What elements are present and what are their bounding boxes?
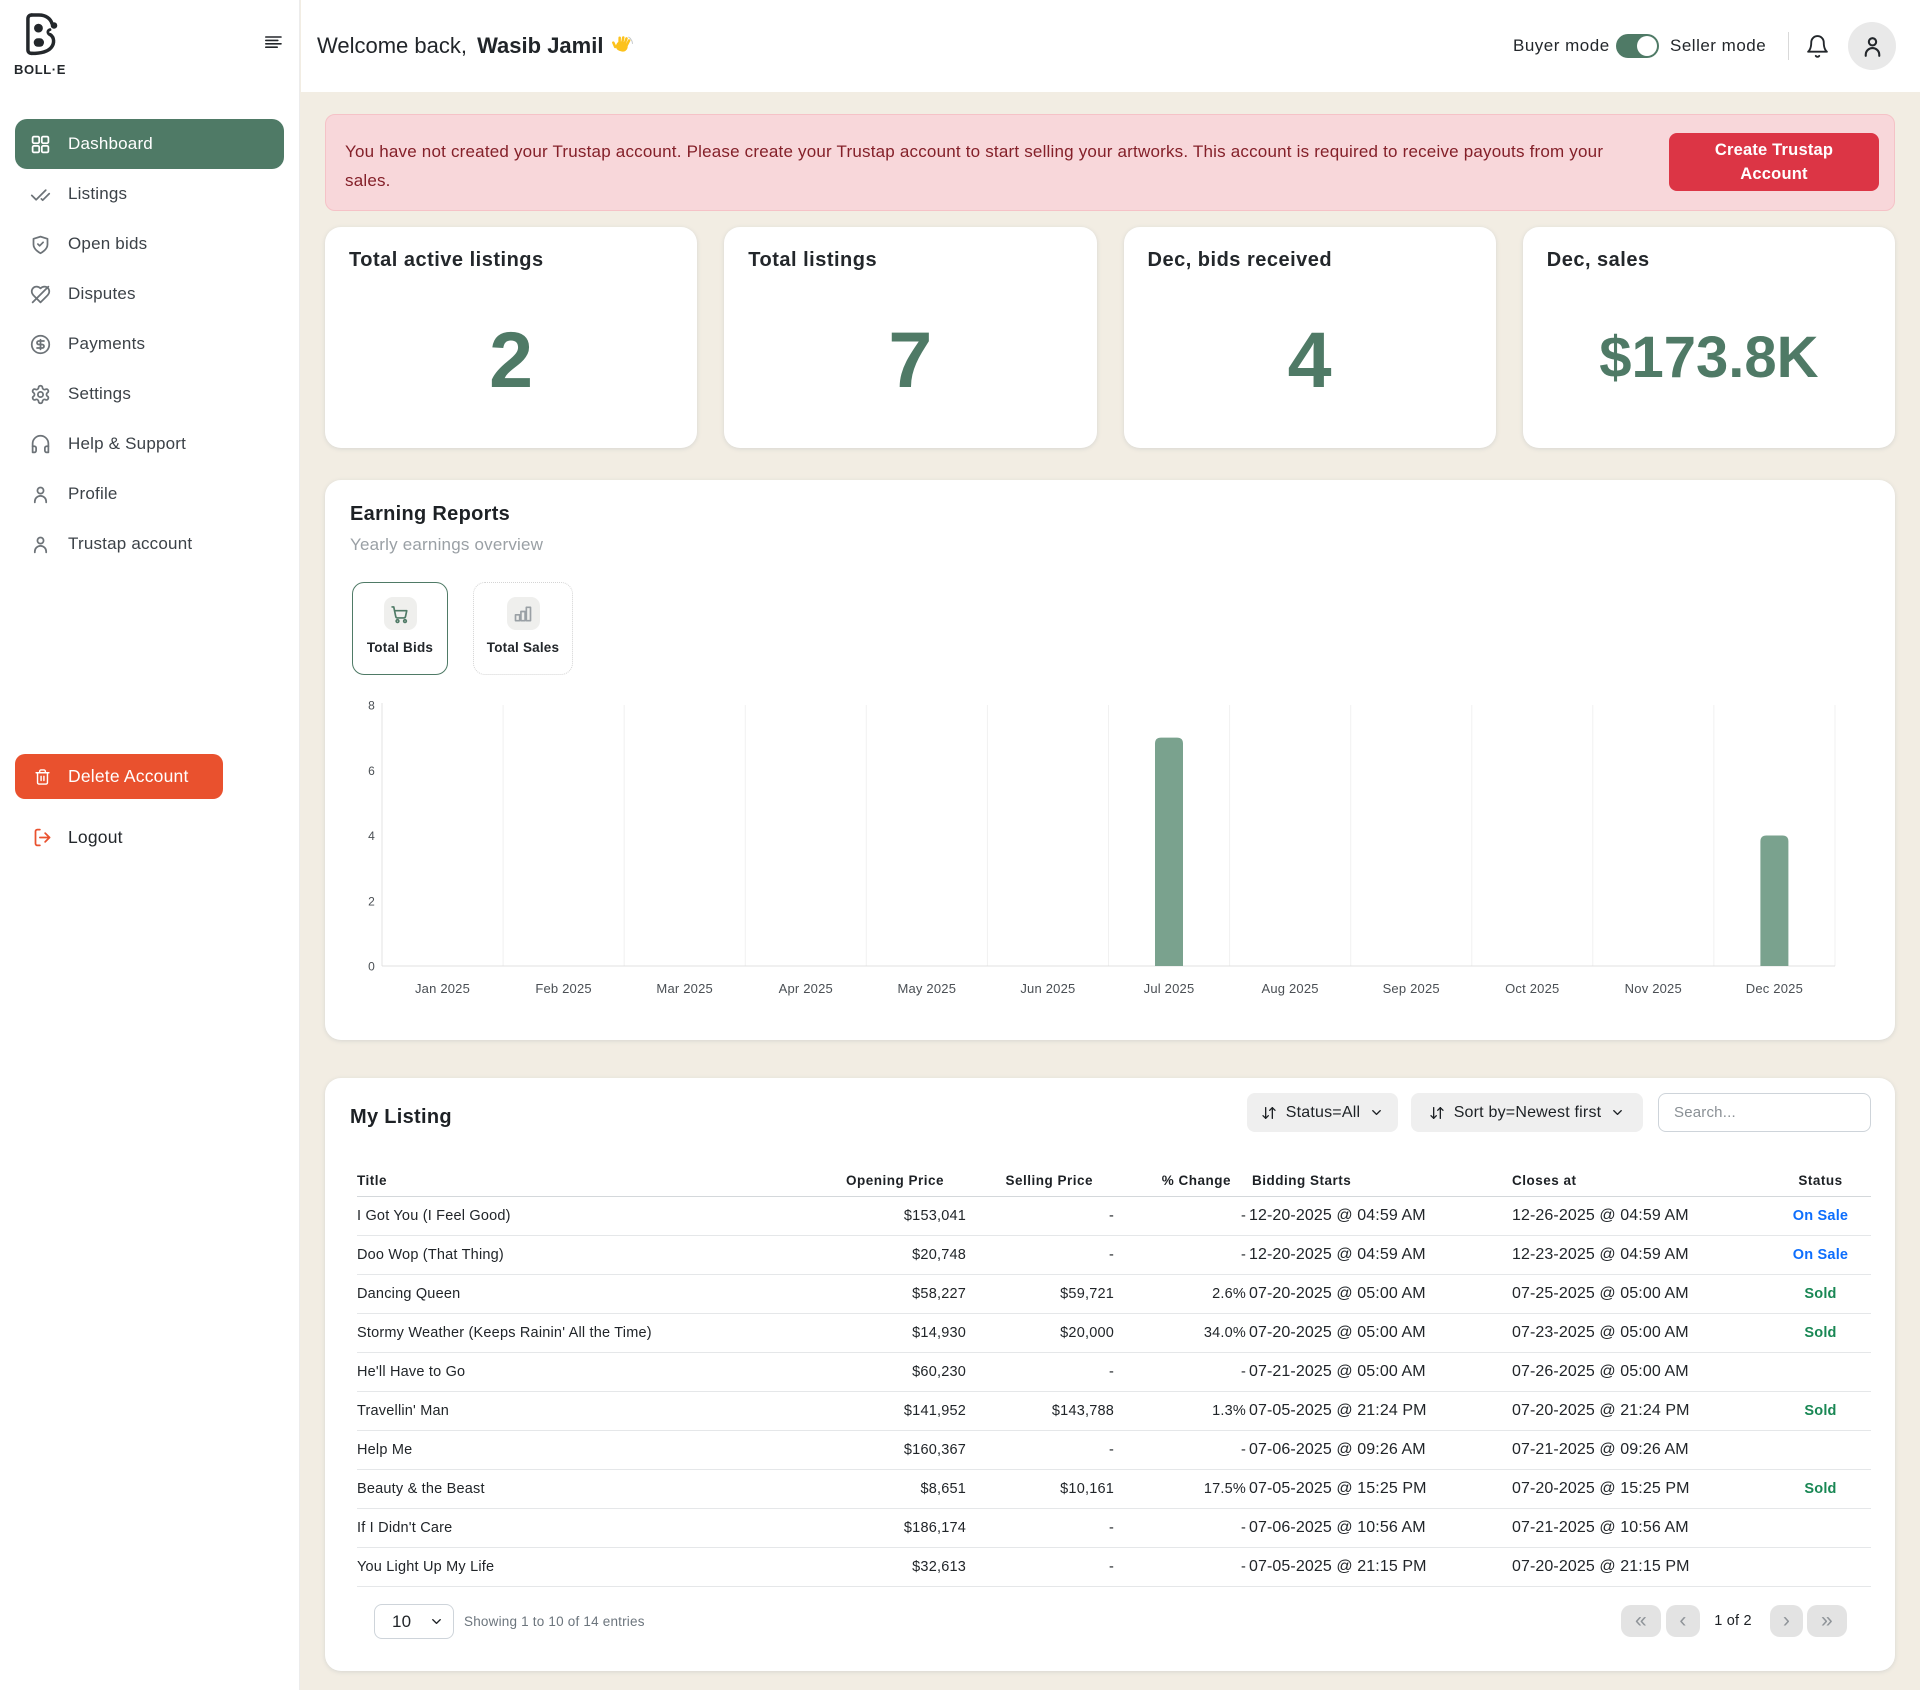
svg-text:Apr 2025: Apr 2025: [779, 981, 833, 996]
svg-text:Mar 2025: Mar 2025: [656, 981, 713, 996]
svg-text:Feb 2025: Feb 2025: [535, 981, 592, 996]
svg-text:6: 6: [368, 764, 375, 778]
svg-text:2: 2: [368, 894, 375, 908]
svg-text:Jan 2025: Jan 2025: [415, 981, 470, 996]
svg-text:Sep 2025: Sep 2025: [1383, 981, 1440, 996]
svg-text:4: 4: [368, 829, 375, 843]
svg-text:May 2025: May 2025: [897, 981, 956, 996]
svg-text:Oct 2025: Oct 2025: [1505, 981, 1559, 996]
svg-text:Jul 2025: Jul 2025: [1144, 981, 1195, 996]
svg-text:Dec 2025: Dec 2025: [1746, 981, 1803, 996]
svg-text:Nov 2025: Nov 2025: [1625, 981, 1682, 996]
svg-text:Aug 2025: Aug 2025: [1261, 981, 1318, 996]
svg-text:8: 8: [368, 699, 375, 713]
svg-text:Jun 2025: Jun 2025: [1020, 981, 1075, 996]
svg-text:0: 0: [368, 960, 375, 974]
